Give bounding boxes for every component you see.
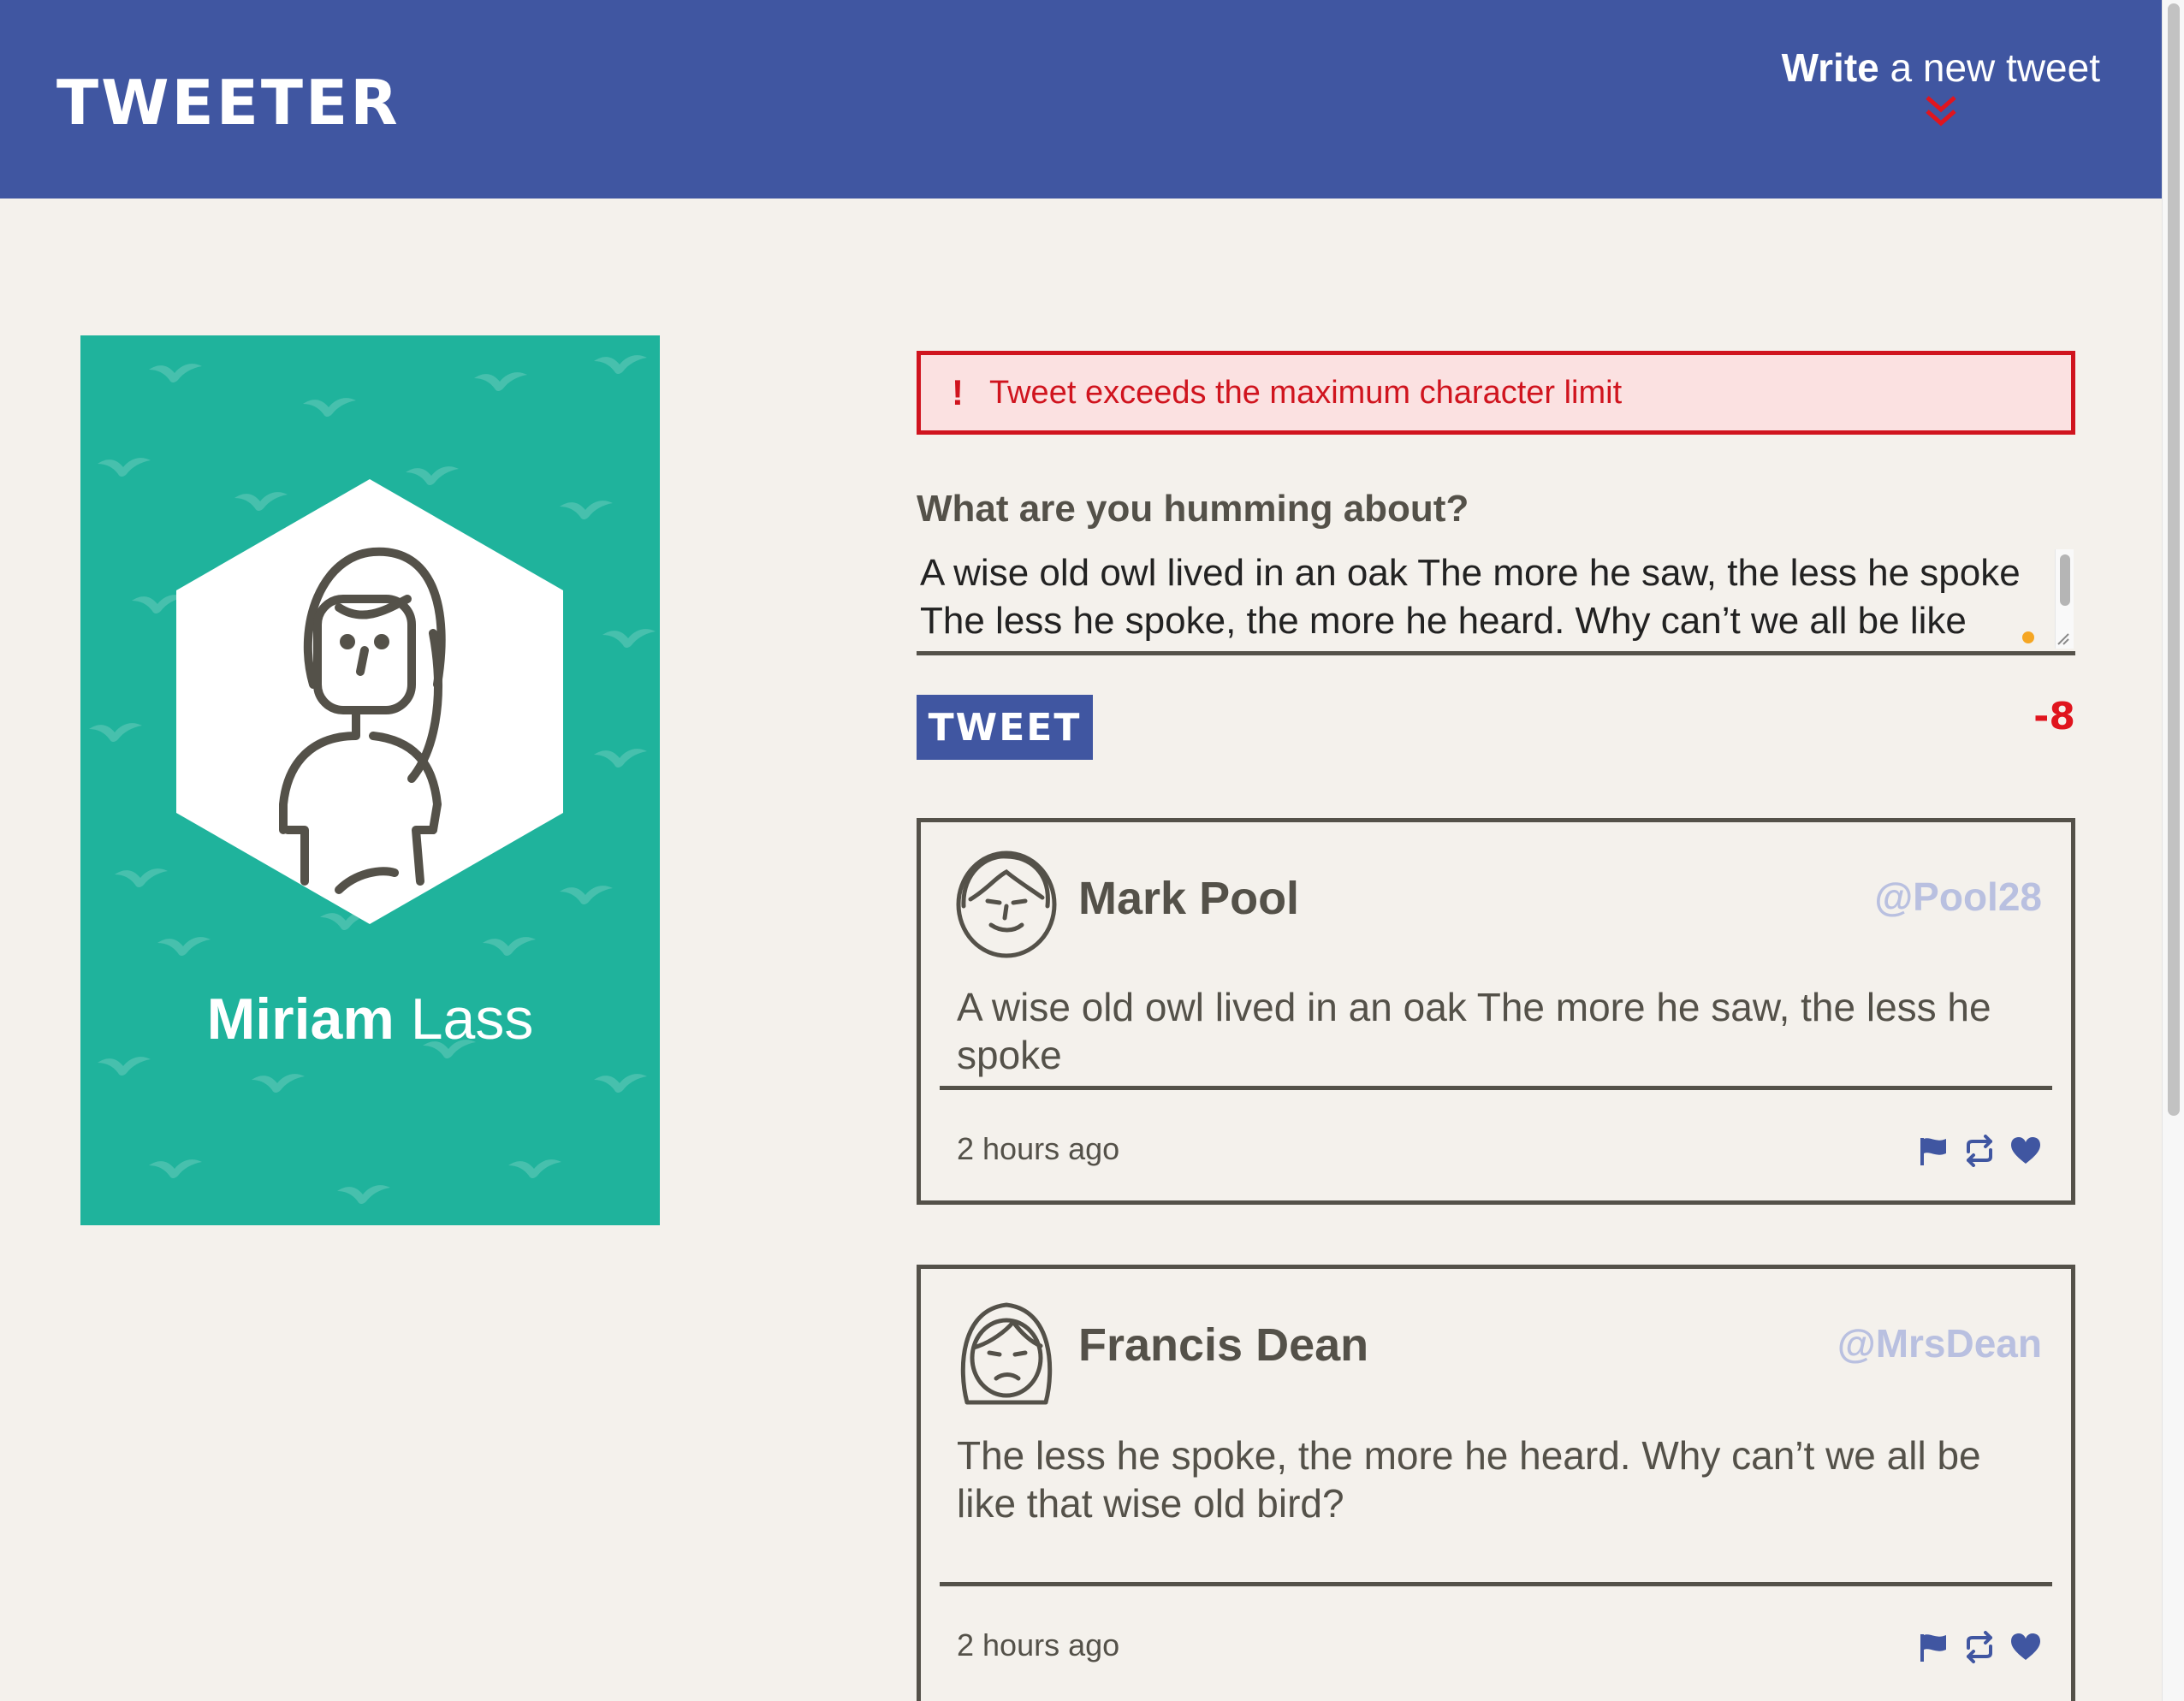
tweet-footer: 2 hours ago bbox=[940, 1582, 2052, 1692]
tweet-timestamp: 2 hours ago bbox=[957, 1627, 1120, 1662]
tweet-actions bbox=[1917, 1631, 2042, 1663]
textarea-scrollbar-thumb[interactable] bbox=[2060, 554, 2070, 606]
composer-actions: TWEET -8 bbox=[917, 695, 2075, 760]
tweet-content: The less he spoke, the more he heard. Wh… bbox=[957, 1433, 1981, 1526]
error-alert: ! Tweet exceeds the maximum character li… bbox=[917, 351, 2075, 435]
tweet-actions bbox=[1917, 1135, 2042, 1167]
write-new-tweet-toggle[interactable]: Write a new tweet bbox=[1782, 44, 2100, 128]
tweet-author-name: Francis Dean bbox=[1078, 1319, 1369, 1371]
tweet-card: Mark Pool @Pool28 A wise old owl lived i… bbox=[917, 818, 2075, 1205]
tweet-textarea[interactable]: A wise old owl lived in an oak The more … bbox=[917, 546, 2075, 651]
flag-icon[interactable] bbox=[1917, 1135, 1950, 1167]
tweet-footer: 2 hours ago bbox=[940, 1086, 2052, 1195]
resize-handle-icon[interactable] bbox=[2055, 631, 2070, 646]
composer-section: ! Tweet exceeds the maximum character li… bbox=[917, 351, 2075, 760]
grammar-indicator-icon[interactable] bbox=[2022, 631, 2034, 643]
top-navbar: TWEETER Write a new tweet bbox=[0, 0, 2162, 199]
tweet-timestamp: 2 hours ago bbox=[957, 1131, 1120, 1166]
retweet-icon[interactable] bbox=[1963, 1135, 1996, 1167]
tweet-author-handle[interactable]: @Pool28 bbox=[1874, 874, 2042, 920]
tweet-card: Francis Dean @MrsDean The less he spoke,… bbox=[917, 1265, 2075, 1701]
retweet-icon[interactable] bbox=[1963, 1631, 1996, 1663]
compose-label: What are you humming about? bbox=[917, 488, 1469, 530]
tweet-author-handle[interactable]: @MrsDean bbox=[1837, 1320, 2042, 1366]
character-counter: -8 bbox=[2033, 695, 2075, 738]
tweet-header: Mark Pool @Pool28 bbox=[921, 822, 2071, 976]
tweet-header: Francis Dean @MrsDean bbox=[921, 1269, 2071, 1423]
female-avatar-icon bbox=[960, 1302, 1053, 1405]
male-avatar-icon bbox=[956, 850, 1057, 958]
tweet-author-name: Mark Pool bbox=[1078, 873, 1300, 924]
chevron-double-down-icon[interactable] bbox=[1922, 94, 1960, 128]
error-icon: ! bbox=[952, 372, 964, 412]
brand-logo[interactable]: TWEETER bbox=[56, 67, 401, 139]
compose-label: Write a new tweet bbox=[1781, 45, 2100, 90]
heart-icon[interactable] bbox=[2009, 1631, 2042, 1663]
flag-icon[interactable] bbox=[1917, 1631, 1950, 1663]
tweet-submit-button[interactable]: TWEET bbox=[917, 695, 1093, 760]
error-message: Tweet exceeds the maximum character limi… bbox=[989, 374, 1623, 411]
page-scrollbar-thumb[interactable] bbox=[2168, 3, 2180, 1116]
heart-icon[interactable] bbox=[2009, 1135, 2042, 1167]
page-scrollbar[interactable] bbox=[2162, 0, 2184, 1701]
profile-name: Miriam Lass bbox=[206, 987, 534, 1052]
female-avatar-icon bbox=[176, 479, 563, 924]
tweet-textarea-wrapper: A wise old owl lived in an oak The more … bbox=[917, 546, 2075, 655]
tweet-content: A wise old owl lived in an oak The more … bbox=[957, 985, 1991, 1077]
profile-card: Miriam Lass bbox=[80, 335, 660, 1225]
